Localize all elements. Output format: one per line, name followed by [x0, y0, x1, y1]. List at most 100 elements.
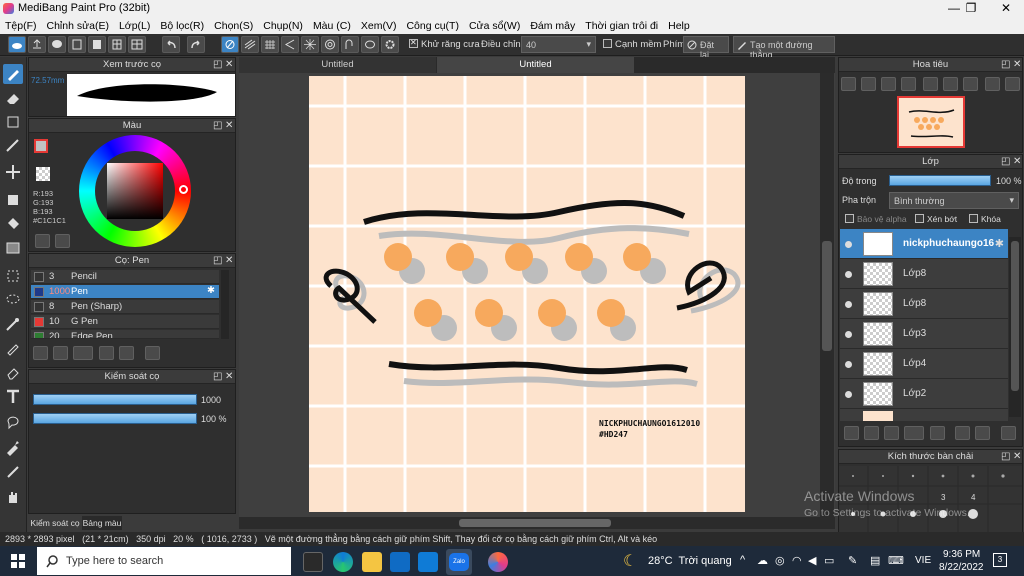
- eye-icon[interactable]: [845, 361, 852, 368]
- layer-row-selected[interactable]: nickphuchaungo16 ✱: [840, 229, 1008, 259]
- hand-tool-icon[interactable]: [3, 487, 23, 507]
- canvas-vertical-scrollbar[interactable]: [820, 73, 834, 517]
- rotate-right-icon[interactable]: [963, 77, 978, 91]
- add-layer-icon[interactable]: [844, 426, 859, 440]
- gear-icon[interactable]: ✱: [207, 285, 215, 296]
- rectangle-tool-icon[interactable]: [3, 112, 23, 132]
- trash-icon[interactable]: [145, 346, 160, 360]
- flip-icon[interactable]: [985, 77, 1000, 91]
- task-view-icon[interactable]: [303, 552, 323, 572]
- brush-item[interactable]: 20 Edge Pen: [31, 330, 219, 339]
- tray-chevron-icon[interactable]: ^: [740, 554, 745, 566]
- brush-item[interactable]: 3 Pencil: [31, 270, 219, 284]
- fill-rect-tool-icon[interactable]: [3, 190, 23, 210]
- clip-checkbox[interactable]: Xén bớt: [915, 214, 957, 224]
- layer-row-partial[interactable]: [840, 409, 1008, 421]
- zoom-out-icon[interactable]: [901, 77, 916, 91]
- radial-snap-icon[interactable]: [301, 36, 319, 53]
- expand-icon[interactable]: ◰: [213, 371, 222, 382]
- close-icon[interactable]: ✕: [1013, 59, 1021, 70]
- select-eraser-tool-icon[interactable]: [3, 362, 23, 382]
- cross-snap-icon[interactable]: [261, 36, 279, 53]
- tray-icon[interactable]: ▤: [870, 554, 880, 567]
- expand-icon[interactable]: ◰: [1001, 156, 1010, 167]
- merge-down-icon[interactable]: [975, 426, 990, 440]
- edge-browser-icon[interactable]: [333, 552, 353, 572]
- lock-view-icon[interactable]: [1005, 77, 1020, 91]
- layer-menu-icon[interactable]: [904, 426, 924, 440]
- menu-help[interactable]: Help: [663, 20, 695, 32]
- battery-icon[interactable]: ▭: [824, 554, 834, 567]
- menu-view[interactable]: Xem(V): [356, 20, 402, 32]
- antialias-checkbox[interactable]: Khử răng cưa: [409, 38, 480, 50]
- eye-icon[interactable]: [845, 271, 852, 278]
- curve-snap-icon[interactable]: [341, 36, 359, 53]
- brush-size-slider[interactable]: [33, 394, 197, 405]
- notification-icon[interactable]: 3: [993, 553, 1007, 567]
- eyedropper-icon[interactable]: [35, 234, 50, 248]
- settings-icon[interactable]: [381, 36, 399, 53]
- menu-filter[interactable]: Bộ lọc(R): [155, 20, 209, 32]
- close-button[interactable]: ✕: [989, 0, 1023, 17]
- brush-item[interactable]: 10 G Pen: [31, 315, 219, 329]
- eye-icon[interactable]: [845, 391, 852, 398]
- tab-brush-control[interactable]: Kiểm soát cọ: [28, 516, 82, 530]
- expand-icon[interactable]: ◰: [213, 59, 222, 70]
- bucket-tool-icon[interactable]: [3, 214, 23, 234]
- close-icon[interactable]: ✕: [225, 371, 233, 382]
- palette-icon[interactable]: [55, 234, 70, 248]
- layer-row[interactable]: Lớp2: [840, 379, 1008, 409]
- expand-icon[interactable]: ◰: [1001, 451, 1010, 462]
- new-document-icon[interactable]: [68, 36, 86, 53]
- gear-icon[interactable]: ✱: [995, 237, 1004, 250]
- clock-date[interactable]: 8/22/2022: [939, 562, 984, 573]
- text-tool-icon[interactable]: [3, 387, 23, 407]
- transparent-swatch[interactable]: [36, 167, 50, 181]
- expand-icon[interactable]: ◰: [1001, 59, 1010, 70]
- add-8bit-layer-icon[interactable]: [884, 426, 899, 440]
- brush-item-selected[interactable]: 1000 Pen ✱: [31, 285, 219, 299]
- close-icon[interactable]: ✕: [1013, 451, 1021, 462]
- pen-tray-icon[interactable]: ✎: [848, 554, 857, 567]
- layer-row[interactable]: Lớp8: [840, 289, 1008, 319]
- tray-app-icon[interactable]: ◎: [775, 554, 785, 567]
- network-icon[interactable]: ☁: [757, 554, 768, 567]
- drawing-canvas[interactable]: NICKPHUCHAUNGO1612010 #HD247: [309, 76, 745, 512]
- restore-button[interactable]: ❐: [954, 0, 988, 17]
- undo-icon[interactable]: [162, 36, 180, 53]
- weather-text[interactable]: 28°C Trời quang: [648, 555, 732, 567]
- menu-timelapse[interactable]: Thời gian trôi đi: [580, 20, 663, 32]
- layer-row[interactable]: Lớp3: [840, 319, 1008, 349]
- foreground-color-swatch[interactable]: [34, 139, 48, 153]
- reset-button[interactable]: Đặt lại: [683, 36, 729, 60]
- input-language[interactable]: VIE: [915, 555, 931, 566]
- eyedropper-tool-icon[interactable]: [3, 437, 23, 457]
- new-brush-icon[interactable]: [53, 346, 68, 360]
- mail-icon[interactable]: [418, 552, 438, 572]
- layer-opacity-slider[interactable]: [889, 175, 991, 186]
- speaker-icon[interactable]: ◀: [808, 554, 816, 567]
- file-explorer-icon[interactable]: [362, 552, 382, 572]
- menu-layer[interactable]: Lớp(L): [114, 20, 155, 32]
- keyboard-icon[interactable]: ⌨: [888, 554, 904, 567]
- blend-mode-select[interactable]: Bình thường ▾: [889, 192, 1019, 209]
- add-brush-icon[interactable]: [33, 346, 48, 360]
- duplicate-layer-icon[interactable]: [955, 426, 970, 440]
- ellipse-snap-icon[interactable]: [361, 36, 379, 53]
- document-icon[interactable]: [88, 36, 106, 53]
- tab-untitled-1[interactable]: Untitled: [239, 57, 436, 73]
- soft-edge-checkbox[interactable]: Cạnh mềm: [603, 39, 661, 50]
- protect-alpha-checkbox[interactable]: Bảo vệ alpha: [845, 214, 907, 224]
- layer-row[interactable]: Lớp4: [840, 349, 1008, 379]
- menu-edit[interactable]: Chỉnh sửa(E): [42, 20, 114, 32]
- concentric-snap-icon[interactable]: [321, 36, 339, 53]
- zoom-in-icon[interactable]: [861, 77, 876, 91]
- close-icon[interactable]: ✕: [225, 255, 233, 266]
- trash-icon[interactable]: [1001, 426, 1016, 440]
- folder-icon[interactable]: [99, 346, 114, 360]
- hue-wheel[interactable]: [79, 135, 191, 247]
- share-icon[interactable]: [28, 36, 46, 53]
- tab-untitled-2[interactable]: Untitled: [437, 57, 634, 73]
- canvas-horizontal-scrollbar[interactable]: [239, 517, 835, 529]
- select-pen-tool-icon[interactable]: [3, 338, 23, 358]
